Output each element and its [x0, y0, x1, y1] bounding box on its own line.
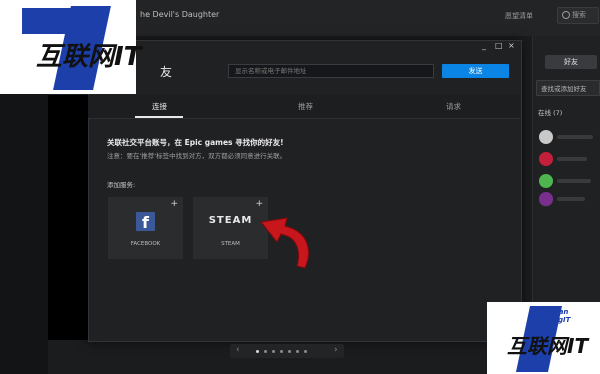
connect-heading: 关联社交平台账号，在 Epic games 寻找你的好友!: [107, 138, 284, 147]
watermark-brand: 互联网IT: [36, 42, 142, 72]
active-tab-indicator: [135, 116, 183, 118]
connect-notice: 注意：要在'推荐'标签中找到对方，双方都必须同意进行关联。: [107, 152, 287, 160]
pager-prev-icon[interactable]: ‹: [236, 345, 240, 355]
friends-search-input[interactable]: 查找或添加好友: [536, 80, 600, 96]
search-icon: [562, 11, 570, 19]
add-friend-dialog: [88, 40, 522, 342]
friend-name-placeholder: [557, 197, 585, 201]
maximize-button[interactable]: □: [495, 41, 503, 50]
tab-connect[interactable]: 连接: [152, 101, 167, 112]
pager-dot[interactable]: [264, 350, 267, 353]
close-button[interactable]: ×: [508, 41, 515, 50]
pager-next-icon[interactable]: ›: [334, 345, 338, 355]
avatar[interactable]: [539, 192, 553, 206]
pager: [230, 344, 344, 358]
avatar[interactable]: [539, 130, 553, 144]
send-button[interactable]: 发送: [442, 64, 509, 78]
tab-recommend[interactable]: 推荐: [298, 101, 313, 112]
pager-dot[interactable]: [272, 350, 275, 353]
pager-dot[interactable]: [288, 350, 291, 353]
watermark-line1: HuLian: [541, 308, 569, 316]
friend-name-placeholder: [557, 157, 587, 161]
top-game-title[interactable]: he Devil's Daughter: [140, 10, 219, 19]
friend-name-placeholder: [557, 135, 593, 139]
add-friend-button[interactable]: 好友: [545, 55, 597, 69]
top-search-input[interactable]: 搜索: [557, 7, 599, 24]
dialog-title: 友: [160, 65, 173, 79]
pager-dot[interactable]: [280, 350, 283, 353]
tab-requests[interactable]: 请求: [446, 101, 461, 112]
online-count-label: 在线 (7): [538, 109, 563, 117]
friend-name-placeholder: [557, 179, 591, 183]
watermark-brand: 互联网IT: [507, 334, 589, 358]
plus-icon[interactable]: +: [170, 199, 178, 209]
left-dark-panel: [48, 95, 88, 340]
pager-dot[interactable]: [256, 350, 259, 353]
pager-dot[interactable]: [296, 350, 299, 353]
watermark-line2: WangIT: [541, 316, 571, 324]
wishlist-link[interactable]: 愿望清单: [505, 11, 533, 21]
friend-search-input[interactable]: 显示名称或电子邮件地址: [228, 64, 434, 78]
watermark-logo: HuLian WangIT 互联网IT: [487, 302, 600, 374]
minimize-button[interactable]: _: [482, 41, 486, 50]
red-curved-arrow-icon: [260, 217, 309, 269]
avatar[interactable]: [539, 174, 553, 188]
facebook-label: FACEBOOK: [130, 241, 161, 247]
pager-dot[interactable]: [304, 350, 307, 353]
facebook-icon: f: [136, 212, 155, 231]
avatar[interactable]: [539, 152, 553, 166]
add-service-label: 添加服务:: [107, 181, 136, 189]
facebook-service-card[interactable]: + f FACEBOOK: [108, 197, 183, 259]
watermark-logo: HuLian WangIT 互联网IT: [0, 0, 141, 94]
top-search-placeholder: 搜索: [572, 11, 586, 19]
